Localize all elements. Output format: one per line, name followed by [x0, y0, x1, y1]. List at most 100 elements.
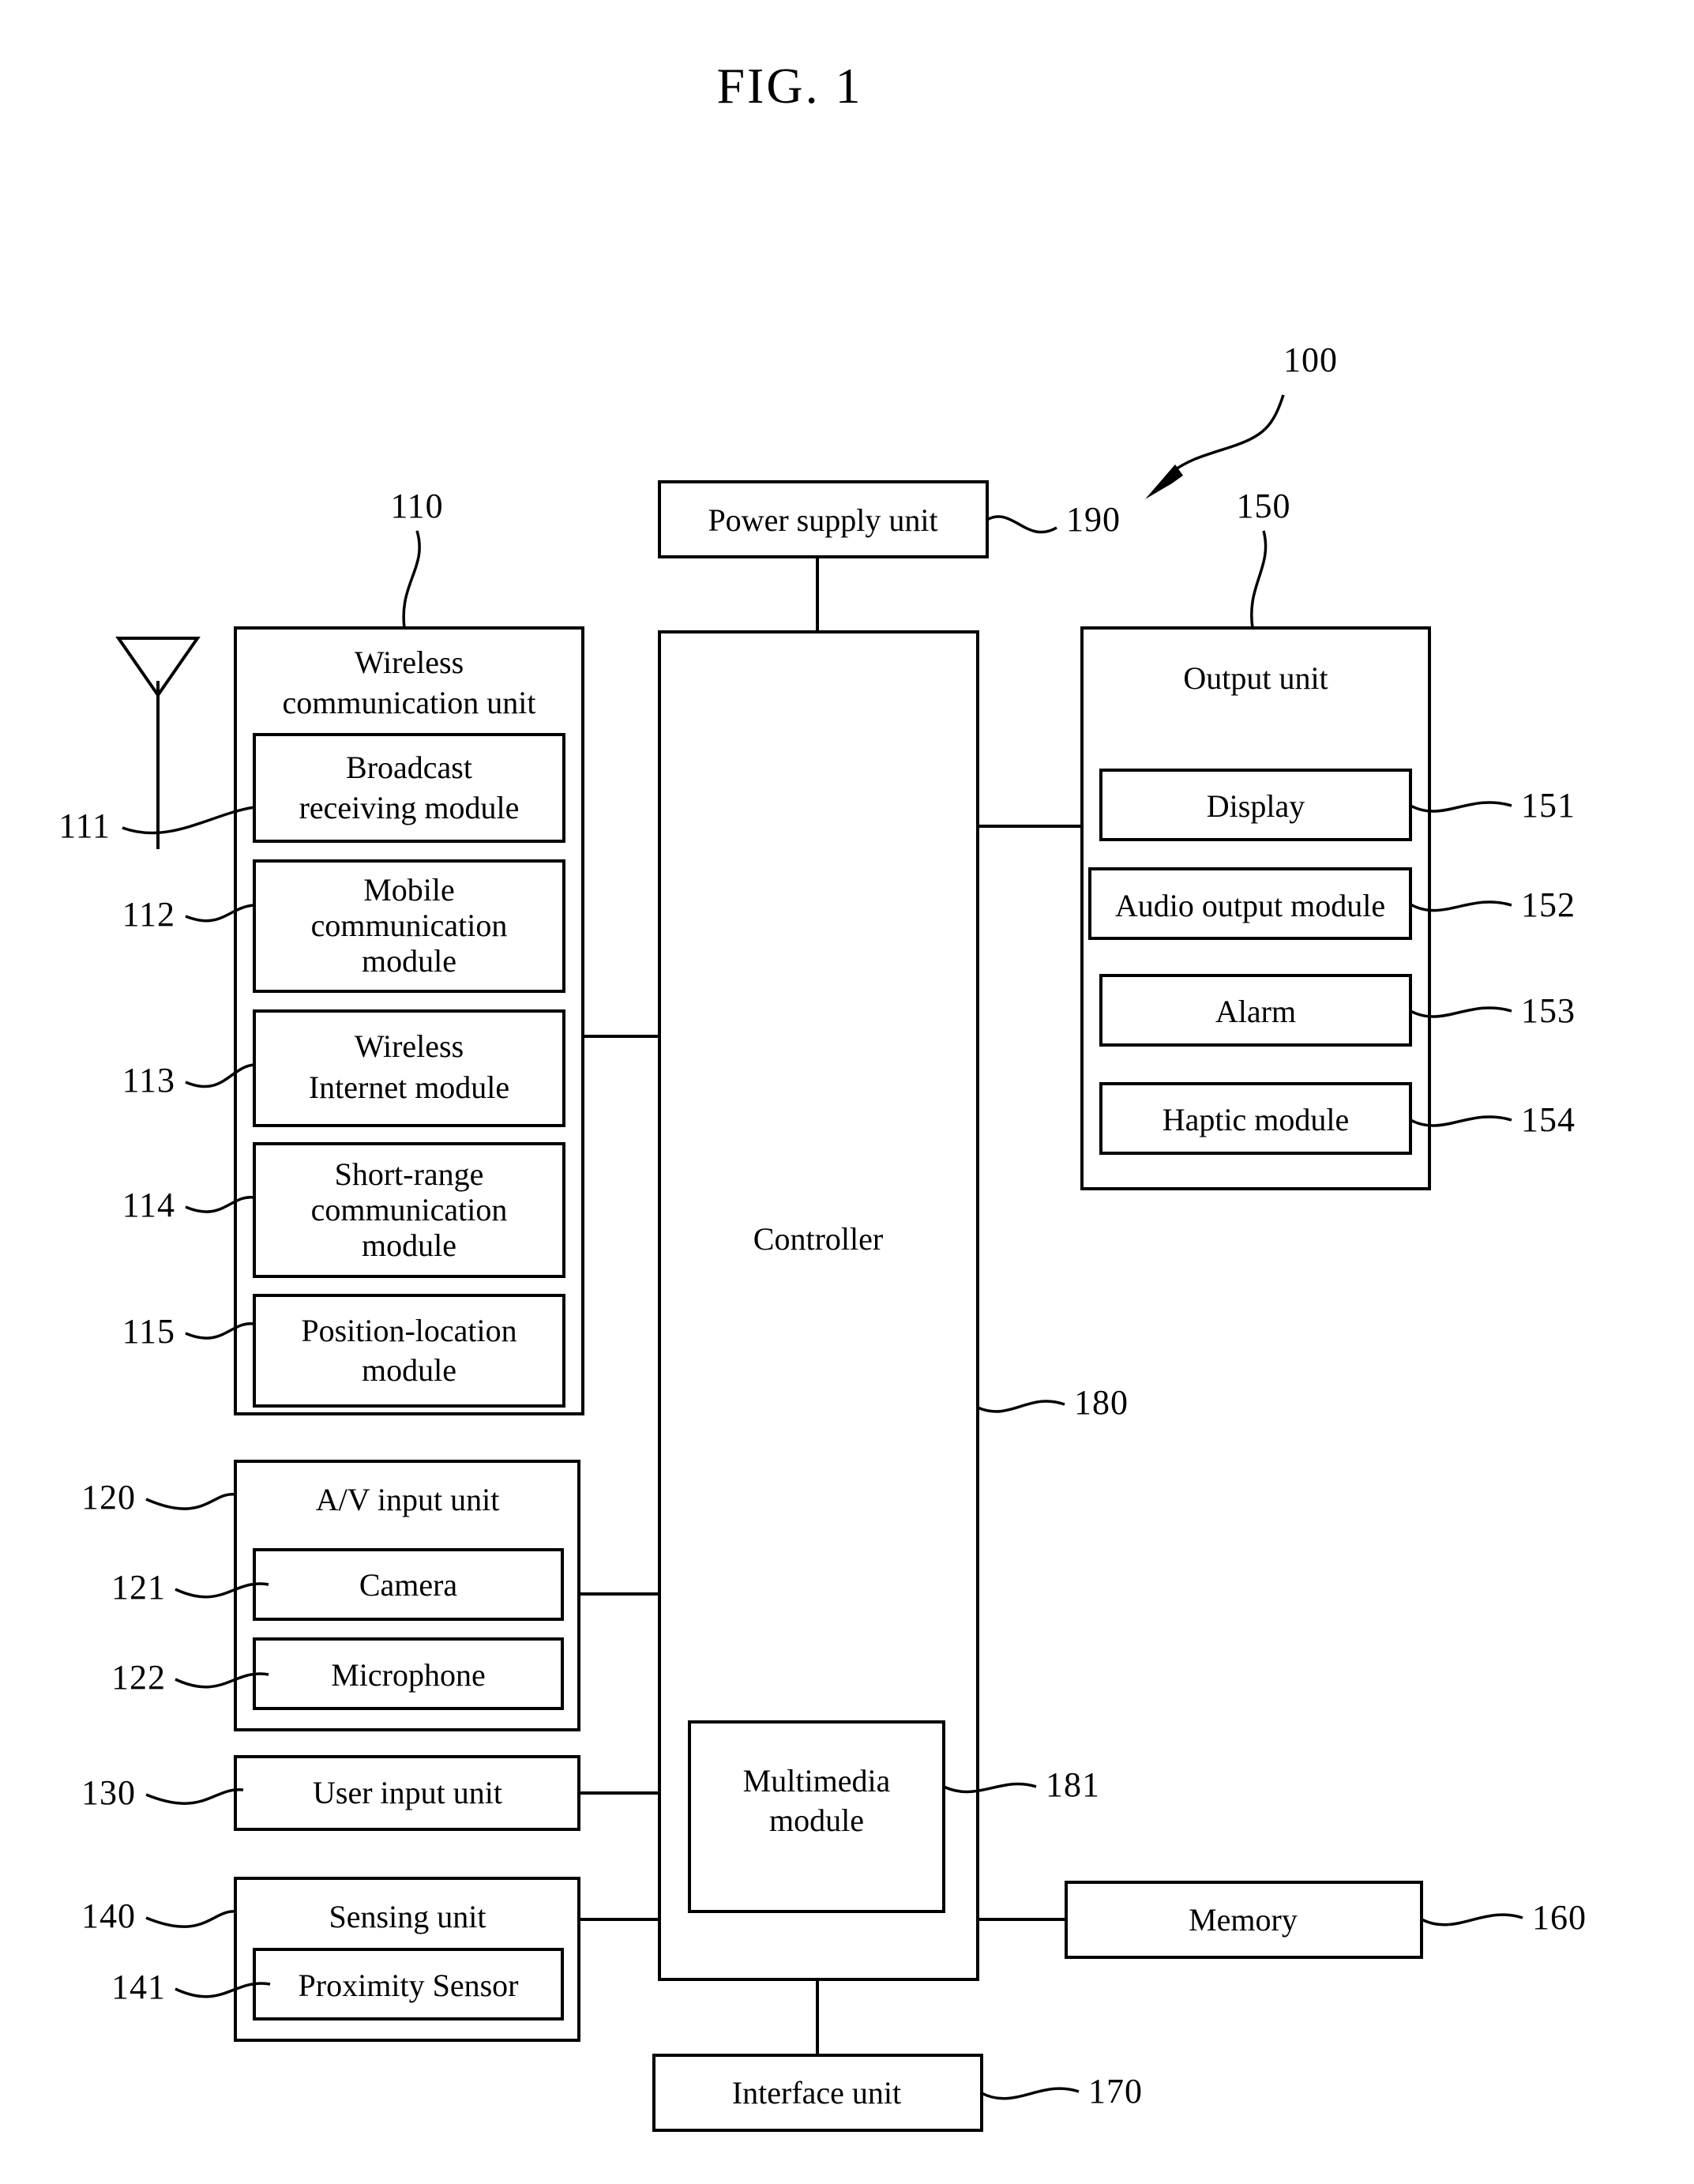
- ref-153: 153: [1521, 991, 1576, 1030]
- ref-113: 113: [122, 1061, 175, 1100]
- short-range-communication-module-label-line3: module: [362, 1227, 456, 1263]
- interface-unit-label: Interface unit: [732, 2075, 901, 2111]
- ref-140: 140: [81, 1896, 136, 1935]
- ref-112-leader: [185, 904, 255, 923]
- ref-154-leader: [1410, 1115, 1512, 1127]
- ref-141: 141: [111, 1968, 166, 2006]
- multimedia-module-label-line1: Multimedia: [743, 1763, 891, 1799]
- sensing-unit-label: Sensing unit: [329, 1899, 486, 1934]
- camera-label: Camera: [359, 1567, 458, 1603]
- proximity-sensor-label: Proximity Sensor: [299, 1968, 519, 2003]
- alarm-label: Alarm: [1215, 994, 1296, 1029]
- audio-output-module-label: Audio output module: [1115, 888, 1385, 923]
- output-unit-leader: [1250, 530, 1268, 629]
- ref-111: 111: [58, 806, 111, 845]
- ref-112: 112: [122, 895, 175, 934]
- mobile-communication-module-block: Mobile communication module 112: [122, 859, 565, 993]
- ref-151: 151: [1521, 786, 1576, 825]
- microphone-block: Microphone 122: [111, 1637, 564, 1710]
- av-input-unit-block: A/V input unit 120 Camera 121 Microphone…: [81, 1460, 580, 1731]
- mobile-communication-module-label-line3: module: [362, 943, 456, 979]
- haptic-module-label: Haptic module: [1163, 1102, 1350, 1137]
- short-range-communication-module-label-line1: Short-range: [335, 1156, 484, 1192]
- output-unit-label: Output unit: [1183, 660, 1328, 696]
- output-unit-block: Output unit 150 Display 151 Audio output…: [1080, 487, 1576, 1190]
- ref-170-leader: [981, 2087, 1080, 2100]
- ref-120-leader: [145, 1493, 236, 1510]
- broadcast-receiving-module-label-line2: receiving module: [299, 790, 520, 825]
- display-block: Display 151: [1099, 769, 1576, 841]
- wireless-communication-unit-leader: [402, 530, 421, 629]
- ref-180-leader: [977, 1400, 1065, 1413]
- display-label: Display: [1207, 788, 1305, 824]
- ref-153-leader: [1410, 1006, 1512, 1018]
- block-diagram: FIG. 1 100 Power supply unit 190 Wireles…: [58, 58, 1587, 2132]
- ref-110: 110: [390, 487, 443, 525]
- controller-block: Controller 180 Multimedia module 181: [658, 630, 1129, 1981]
- ref-170: 170: [1088, 2072, 1143, 2111]
- position-location-module-box: [253, 1294, 565, 1408]
- wireless-communication-unit-block: Wireless communication unit 110 Broadcas…: [58, 487, 584, 1415]
- camera-block: Camera 121: [111, 1548, 564, 1621]
- ref-100-leader: [1167, 394, 1285, 476]
- position-location-module-label-line1: Position-location: [301, 1313, 516, 1348]
- short-range-communication-module-label-line2: communication: [311, 1192, 508, 1227]
- wireless-communication-unit-label-line1: Wireless: [355, 645, 464, 680]
- user-input-unit-label: User input unit: [313, 1775, 502, 1810]
- wireless-communication-unit-label-line2: communication unit: [282, 685, 535, 720]
- ref-113-leader: [185, 1063, 255, 1088]
- ref-154: 154: [1521, 1100, 1576, 1139]
- antenna-icon: [115, 637, 201, 849]
- power-supply-unit-label: Power supply unit: [708, 502, 937, 538]
- broadcast-receiving-module-label-line1: Broadcast: [346, 750, 472, 785]
- position-location-module-block: Position-location module 115: [122, 1294, 565, 1408]
- ref-152-leader: [1410, 900, 1512, 912]
- microphone-label: Microphone: [331, 1657, 486, 1693]
- ref-130: 130: [81, 1773, 136, 1812]
- multimedia-module-block: Multimedia module 181: [688, 1720, 1100, 1913]
- interface-unit-block: Interface unit 170: [652, 2054, 1143, 2132]
- ref-114: 114: [122, 1186, 175, 1224]
- ref-100-arrowhead: [1145, 464, 1183, 499]
- position-location-module-label-line2: module: [362, 1352, 456, 1388]
- wireless-internet-module-block: Wireless Internet module 113: [122, 1009, 565, 1127]
- ref-120: 120: [81, 1478, 136, 1517]
- sensing-unit-block: Sensing unit 140 Proximity Sensor 141: [81, 1877, 580, 2042]
- ref-150: 150: [1237, 487, 1291, 525]
- mobile-communication-module-label-line1: Mobile: [363, 872, 455, 908]
- ref-181: 181: [1046, 1765, 1100, 1804]
- ref-121: 121: [111, 1568, 166, 1607]
- broadcast-receiving-module-block: Broadcast receiving module 111: [58, 733, 565, 845]
- haptic-module-block: Haptic module 154: [1099, 1082, 1576, 1155]
- power-supply-unit-block: Power supply unit 190: [658, 480, 1121, 558]
- mobile-communication-module-label-line2: communication: [311, 908, 508, 943]
- ref-100: 100: [1283, 340, 1338, 379]
- short-range-communication-module-block: Short-range communication module 114: [122, 1142, 565, 1278]
- ref-151-leader: [1410, 801, 1512, 813]
- controller-label: Controller: [753, 1221, 883, 1257]
- ref-190: 190: [1066, 500, 1121, 539]
- ref-115: 115: [122, 1312, 175, 1351]
- ref-114-leader: [185, 1196, 255, 1213]
- ref-115-leader: [185, 1322, 255, 1340]
- wireless-internet-module-label-line1: Wireless: [355, 1028, 464, 1064]
- alarm-block: Alarm 153: [1099, 974, 1576, 1047]
- figure-title: FIG. 1: [716, 58, 862, 114]
- audio-output-module-block: Audio output module 152: [1088, 867, 1576, 940]
- proximity-sensor-block: Proximity Sensor 141: [111, 1948, 564, 2020]
- ref-130-leader: [145, 1788, 244, 1805]
- wireless-internet-module-label-line2: Internet module: [309, 1069, 509, 1105]
- ref-152: 152: [1521, 885, 1576, 924]
- ref-181-leader: [943, 1782, 1037, 1794]
- ref-140-leader: [145, 1910, 236, 1928]
- power-supply-unit-leader: [986, 515, 1057, 534]
- patent-figure: FIG. 1 100 Power supply unit 190 Wireles…: [0, 0, 1694, 2184]
- ref-160-leader: [1421, 1913, 1523, 1927]
- av-input-unit-label: A/V input unit: [316, 1482, 500, 1517]
- ref-180: 180: [1074, 1383, 1129, 1422]
- user-input-unit-block: User input unit 130: [81, 1755, 580, 1831]
- ref-122: 122: [111, 1658, 166, 1697]
- multimedia-module-label-line2: module: [769, 1802, 864, 1838]
- ref-160: 160: [1532, 1898, 1587, 1937]
- memory-block: Memory 160: [1065, 1881, 1587, 1959]
